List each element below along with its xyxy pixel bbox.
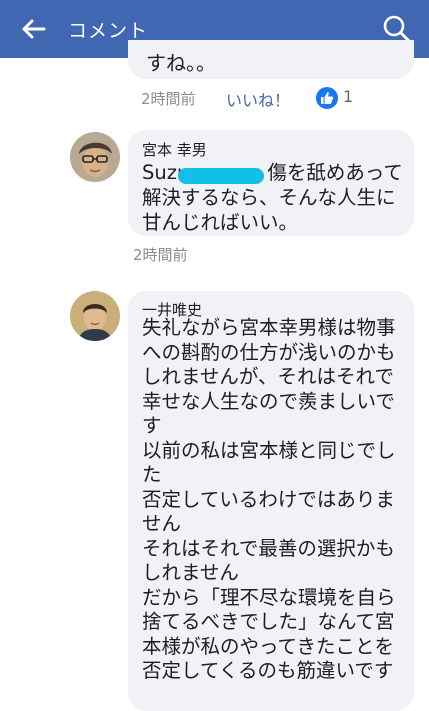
comment-bubble: 宮本 幸男 Suzu 傷を舐めあって 解決するなら、そんな人生に 甘んじればいい。 [128, 130, 414, 236]
avatar[interactable] [70, 291, 120, 341]
avatar-photo-icon [70, 291, 120, 341]
like-count: 1 [343, 87, 354, 106]
previous-comment-time: 2時間前 [141, 90, 196, 108]
comment-text: 解決するなら、そんな人生に 甘んじればいい。 [142, 186, 396, 234]
like-button[interactable]: いいね！ [226, 87, 290, 111]
avatar[interactable] [70, 132, 120, 182]
comment-bubble: 一井唯史 失礼ながら宮本幸男様は物事 への斟酌の仕方が浅いのかも しれませんが、… [128, 291, 414, 711]
thumbs-up-icon [321, 92, 334, 104]
comment-text-line1-suffix: 傷を舐めあって [267, 161, 403, 184]
back-button[interactable] [18, 14, 48, 44]
comment-author[interactable]: 宮本 幸男 [142, 139, 207, 160]
previous-comment-bubble: すね。。 [128, 40, 414, 79]
comment-time: 2時間前 [133, 246, 188, 264]
arrow-left-icon [22, 19, 46, 39]
like-badge [316, 87, 338, 109]
previous-comment-text: すね。。 [146, 51, 216, 75]
comment-text: 失礼ながら宮本幸男様は物事 への斟酌の仕方が浅いのかも しれませんが、それはそれ… [142, 316, 396, 682]
avatar-photo-icon [70, 132, 120, 182]
page-title: コメント [68, 20, 149, 42]
redaction-mark [178, 168, 264, 184]
